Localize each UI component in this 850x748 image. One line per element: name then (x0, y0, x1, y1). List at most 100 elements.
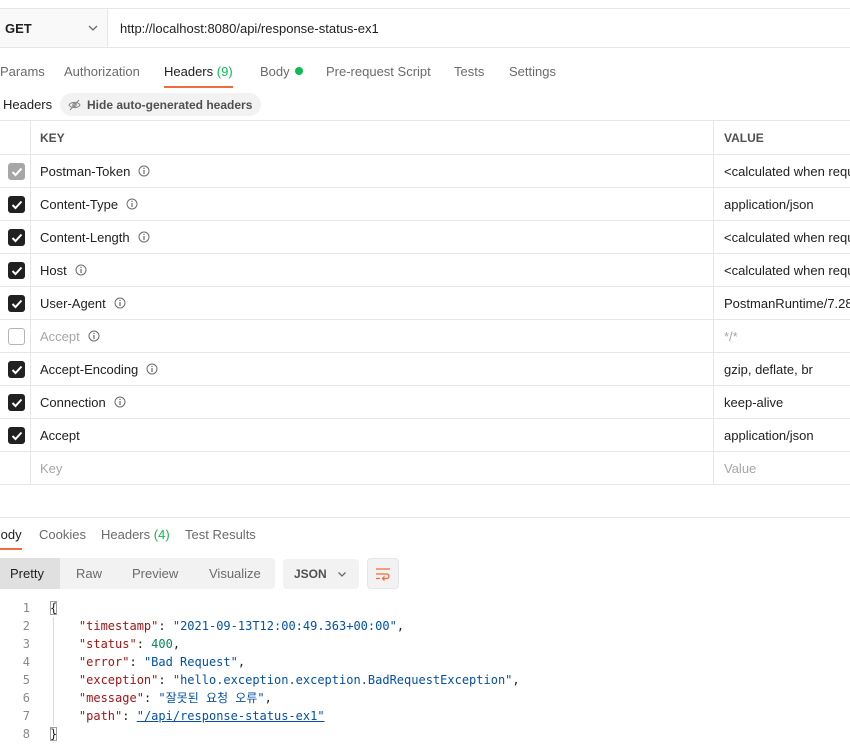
header-value-cell[interactable]: <calculated when request is sent> (714, 254, 850, 286)
header-value: <calculated when request is sent> (724, 262, 850, 278)
response-tab-headers[interactable]: Headers (4) (101, 527, 170, 542)
table-row: User-Agent PostmanRuntime/7.28.4 (0, 287, 850, 320)
header-key: Host (40, 262, 67, 278)
header-enabled-checkbox[interactable] (8, 196, 25, 213)
code-line: 3 "status": 400, (0, 635, 850, 653)
response-toolbar: Pretty Raw Preview Visualize JSON (0, 558, 850, 590)
response-tab-cookies[interactable]: Cookies (39, 527, 86, 542)
line-number: 3 (22, 637, 30, 651)
header-value-cell[interactable]: <calculated when request is sent> (714, 155, 850, 187)
header-key-cell[interactable]: Connection (31, 386, 714, 418)
response-tab-test-results[interactable]: Test Results (185, 527, 256, 542)
header-key-cell[interactable]: Accept (31, 320, 714, 352)
eye-off-icon (68, 99, 81, 110)
header-enabled-checkbox[interactable] (8, 394, 25, 411)
code-line: 8} (0, 725, 850, 743)
header-value-cell[interactable]: <calculated when request is sent> (714, 221, 850, 253)
response-body-code[interactable]: 1{2 "timestamp": "2021-09-13T12:00:49.36… (0, 599, 850, 743)
view-preview-button[interactable]: Preview (132, 558, 178, 589)
header-value: */* (724, 328, 738, 344)
header-key: Accept (40, 328, 80, 344)
header-key: Content-Type (40, 196, 119, 212)
headers-section-header: Headers Hide auto-generated headers (0, 93, 850, 117)
response-tab-body[interactable]: Body (0, 527, 22, 550)
url-input[interactable]: http://localhost:8080/api/response-statu… (108, 9, 850, 47)
json-value: "2021-09-13T12:00:49.363+00:00" (172, 619, 397, 633)
tab-pre-request-script[interactable]: Pre-request Script (326, 58, 431, 88)
request-tabs: Params Authorization Headers (9) Body Pr… (0, 58, 850, 88)
header-key-cell[interactable]: Content-Type (31, 188, 714, 220)
tab-authorization[interactable]: Authorization (64, 58, 140, 88)
header-enabled-checkbox[interactable] (8, 361, 25, 378)
line-number: 8 (22, 727, 30, 741)
table-row: Content-Length <calculated when request i… (0, 221, 850, 254)
json-key: "exception" (78, 673, 159, 687)
header-value-cell[interactable]: keep-alive (714, 386, 850, 418)
response-headers-count: (4) (153, 527, 170, 542)
header-key-cell[interactable]: Postman-Token (31, 155, 714, 187)
info-icon[interactable] (114, 297, 126, 309)
tab-params[interactable]: Params (0, 58, 45, 88)
header-key: Postman-Token (40, 163, 131, 179)
header-value-cell[interactable]: */* (714, 320, 850, 352)
header-enabled-checkbox[interactable] (8, 328, 25, 345)
method-select[interactable]: GET (0, 9, 108, 47)
header-enabled-checkbox[interactable] (8, 229, 25, 246)
line-number: 2 (22, 619, 30, 633)
tab-body[interactable]: Body (260, 58, 303, 88)
view-raw-button[interactable]: Raw (76, 558, 102, 589)
line-number: 4 (22, 655, 30, 669)
json-value: "hello.exception.exception.BadRequestExc… (172, 673, 513, 687)
json-close-brace: } (50, 727, 58, 741)
header-value: keep-alive (724, 394, 784, 410)
table-row: Connection keep-alive (0, 386, 850, 419)
info-icon[interactable] (138, 231, 150, 243)
format-select[interactable]: JSON (283, 559, 359, 589)
new-key-input[interactable]: Key (31, 452, 714, 484)
tab-tests[interactable]: Tests (454, 58, 484, 88)
info-icon[interactable] (126, 198, 138, 210)
header-value-cell[interactable]: application/json (714, 419, 850, 451)
info-icon[interactable] (75, 264, 87, 276)
header-value-cell[interactable]: PostmanRuntime/7.28.4 (714, 287, 850, 319)
column-header-value: VALUE (724, 130, 764, 145)
header-value: <calculated when request is sent> (724, 229, 850, 245)
new-header-row: Key Value (0, 452, 850, 485)
code-line: 5 "exception": "hello.exception.exceptio… (0, 671, 850, 689)
line-number: 1 (22, 601, 30, 615)
wrap-lines-button[interactable] (367, 558, 399, 589)
view-visualize-button[interactable]: Visualize (209, 558, 261, 589)
json-value: 400 (151, 637, 173, 651)
header-enabled-checkbox[interactable] (8, 295, 25, 312)
hide-auto-generated-headers-button[interactable]: Hide auto-generated headers (60, 93, 262, 116)
table-row: Accept application/json (0, 419, 850, 452)
table-row: Accept */* (0, 320, 850, 353)
header-key-cell[interactable]: Accept (31, 419, 714, 451)
header-value: gzip, deflate, br (724, 361, 813, 377)
header-value-cell[interactable]: application/json (714, 188, 850, 220)
json-key: "path" (78, 709, 123, 723)
header-key-cell[interactable]: Content-Length (31, 221, 714, 253)
wrap-lines-icon (376, 567, 390, 581)
info-icon[interactable] (88, 330, 100, 342)
header-key-cell[interactable]: User-Agent (31, 287, 714, 319)
tab-headers[interactable]: Headers (9) (164, 58, 233, 88)
json-key: "error" (78, 655, 130, 669)
info-icon[interactable] (146, 363, 158, 375)
json-value[interactable]: "/api/response-status-ex1" (137, 709, 325, 723)
header-enabled-checkbox[interactable] (8, 163, 25, 180)
header-enabled-checkbox[interactable] (8, 262, 25, 279)
tab-settings[interactable]: Settings (509, 58, 556, 88)
header-key-cell[interactable]: Host (31, 254, 714, 286)
header-value: PostmanRuntime/7.28.4 (724, 295, 850, 311)
header-key-cell[interactable]: Accept-Encoding (31, 353, 714, 385)
info-icon[interactable] (114, 396, 126, 408)
table-row: Host <calculated when request is sent> (0, 254, 850, 287)
json-key: "timestamp" (78, 619, 159, 633)
new-value-input[interactable]: Value (714, 452, 850, 484)
info-icon[interactable] (138, 165, 150, 177)
header-value-cell[interactable]: gzip, deflate, br (714, 353, 850, 385)
view-pretty-button[interactable]: Pretty (0, 558, 60, 589)
line-number: 7 (22, 709, 30, 723)
header-enabled-checkbox[interactable] (8, 427, 25, 444)
